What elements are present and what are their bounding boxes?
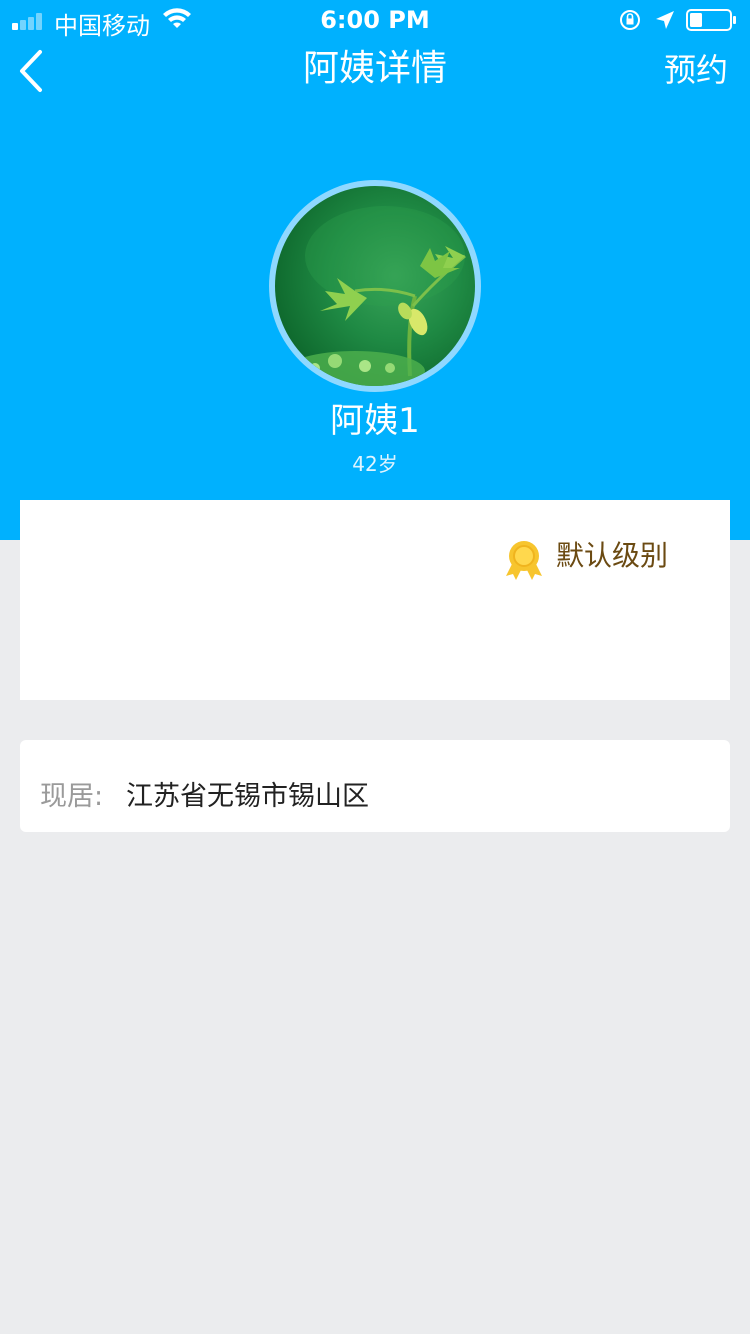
profile-name: 阿姨1 bbox=[330, 401, 420, 441]
avatar-leaf-image bbox=[285, 206, 466, 386]
address-label: 现居: bbox=[40, 781, 104, 812]
medal-icon bbox=[506, 541, 542, 580]
address-card: 现居: 江苏省无锡市锡山区 bbox=[20, 740, 730, 832]
avatar[interactable] bbox=[275, 186, 475, 386]
orientation-lock-icon bbox=[620, 10, 640, 30]
book-button[interactable]: 预约 bbox=[664, 48, 728, 92]
status-bar: 中国移动 6:00 PM bbox=[0, 0, 750, 40]
battery-icon bbox=[686, 9, 736, 31]
location-arrow-icon bbox=[656, 11, 674, 29]
profile-age: 42岁 bbox=[352, 452, 398, 476]
level-label: 默认级别 bbox=[556, 539, 669, 572]
avatar-ring bbox=[269, 180, 481, 392]
level-card: 默认级别 bbox=[20, 500, 730, 700]
address-value: 江苏省无锡市锡山区 bbox=[126, 781, 369, 812]
page: 中国移动 6:00 PM 阿姨详情 预约 阿姨1 42岁 默认级别 现居: 江苏… bbox=[0, 0, 750, 1334]
back-arrow-icon[interactable] bbox=[14, 46, 58, 96]
